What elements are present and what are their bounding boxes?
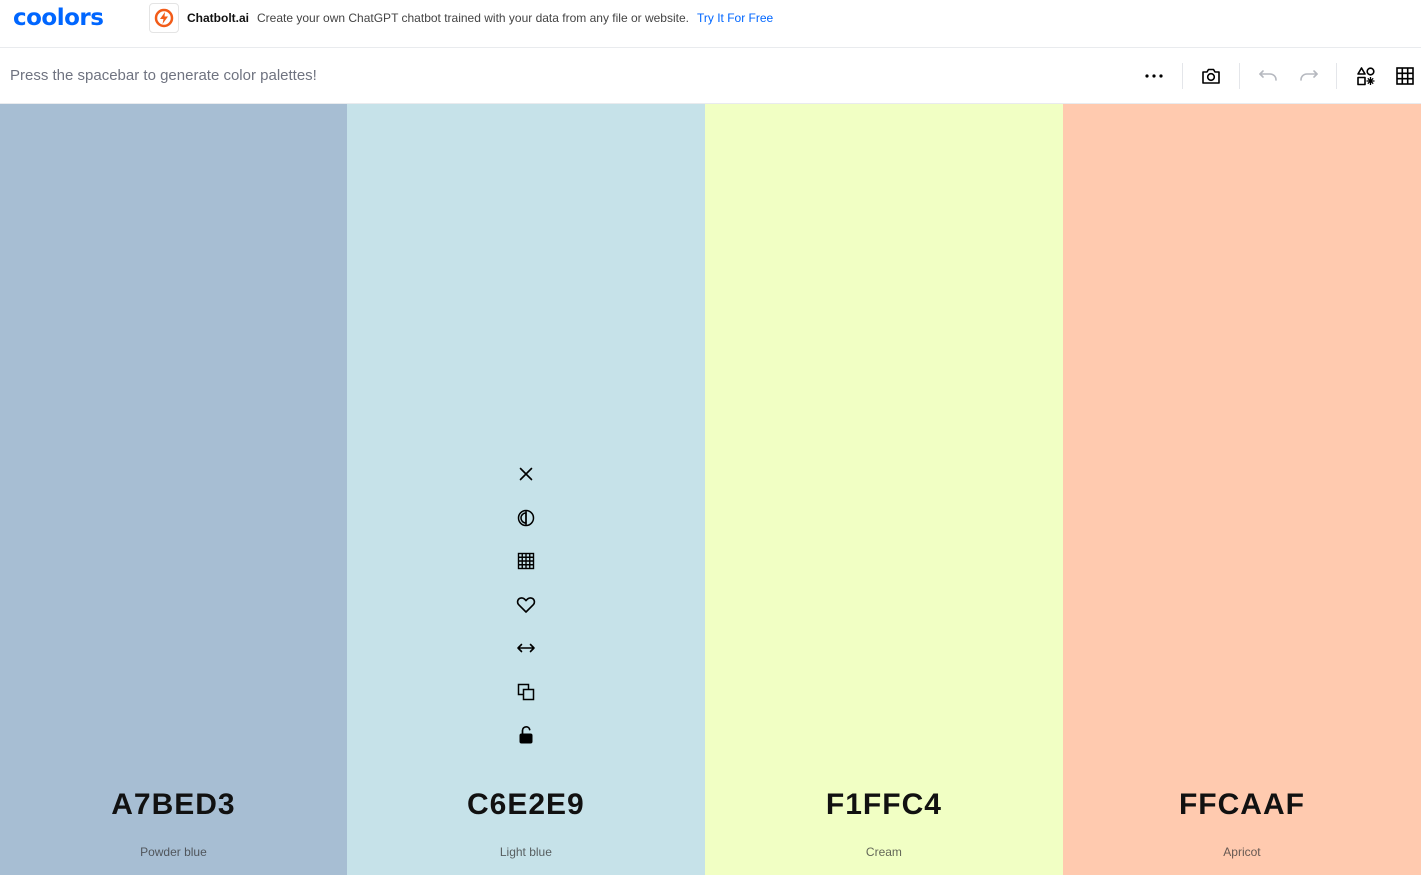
unlock-icon xyxy=(518,725,534,745)
color-column[interactable]: F1FFC4 Cream xyxy=(704,104,1063,875)
drag-arrows-icon xyxy=(516,642,536,654)
toolbar-divider xyxy=(1336,63,1337,89)
ad-text: Create your own ChatGPT chatbot trained … xyxy=(257,11,689,25)
color-name[interactable]: Light blue xyxy=(347,845,705,859)
grid-icon xyxy=(1395,66,1415,86)
shades-grid-icon xyxy=(517,552,535,570)
save-color-button[interactable] xyxy=(511,590,541,620)
shades-button[interactable] xyxy=(511,546,541,576)
color-column[interactable]: FFCAAF Apricot xyxy=(1062,104,1421,875)
remove-color-button[interactable] xyxy=(511,459,541,489)
column-tools xyxy=(347,459,705,764)
lock-color-button[interactable] xyxy=(511,720,541,750)
redo-icon xyxy=(1299,69,1319,83)
shapes-icon xyxy=(1356,66,1376,86)
redo-button[interactable] xyxy=(1295,62,1323,90)
color-name[interactable]: Cream xyxy=(705,845,1063,859)
coolors-logo[interactable]: coolors xyxy=(13,5,104,31)
undo-icon xyxy=(1258,69,1278,83)
ad-brand-name: Chatbolt.ai xyxy=(187,11,249,25)
color-hex[interactable]: A7BED3 xyxy=(0,788,347,822)
close-icon xyxy=(518,466,534,482)
more-options-button[interactable] xyxy=(1140,62,1168,90)
color-hex[interactable]: FFCAAF xyxy=(1063,788,1421,822)
spacebar-hint: Press the spacebar to generate color pal… xyxy=(10,67,317,84)
ad-try-free-link[interactable]: Try It For Free xyxy=(697,11,773,25)
toolbar-divider xyxy=(1182,63,1183,89)
view-image-button[interactable] xyxy=(1197,62,1225,90)
copy-hex-button[interactable] xyxy=(511,677,541,707)
camera-icon xyxy=(1201,67,1221,85)
ad-banner[interactable]: Chatbolt.ai Create your own ChatGPT chat… xyxy=(149,3,773,33)
contrast-icon xyxy=(517,509,535,527)
visualize-button[interactable] xyxy=(1352,62,1380,90)
drag-button[interactable] xyxy=(511,633,541,663)
heart-icon xyxy=(516,596,536,614)
more-icon xyxy=(1144,73,1164,79)
palette-grid-button[interactable] xyxy=(1391,62,1419,90)
color-column[interactable]: C6E2E9 Light blue xyxy=(346,104,705,875)
undo-button[interactable] xyxy=(1254,62,1282,90)
toolbar-divider xyxy=(1239,63,1240,89)
ad-bar: coolors Chatbolt.ai Create your own Chat… xyxy=(0,0,1421,48)
color-name[interactable]: Powder blue xyxy=(0,845,347,859)
palette: A7BED3 Powder blue C6E2E9 Light blue F1F… xyxy=(0,104,1421,875)
color-column[interactable]: A7BED3 Powder blue xyxy=(0,104,347,875)
color-hex[interactable]: F1FFC4 xyxy=(705,788,1063,822)
copy-icon xyxy=(517,683,535,701)
color-hex[interactable]: C6E2E9 xyxy=(347,788,705,822)
view-shades-button[interactable] xyxy=(511,503,541,533)
color-name[interactable]: Apricot xyxy=(1063,845,1421,859)
toolbar: Press the spacebar to generate color pal… xyxy=(0,48,1421,104)
chatbolt-logo-icon xyxy=(149,3,179,33)
